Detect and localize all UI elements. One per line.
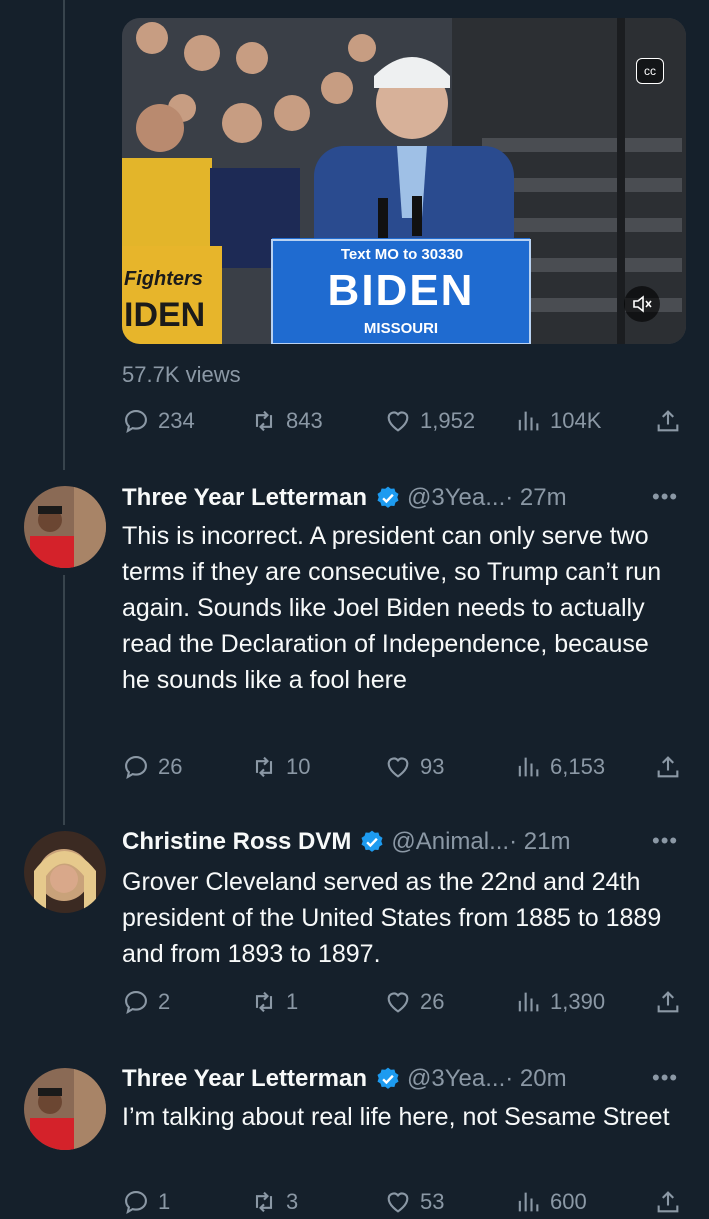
reply-count: 1 — [158, 1189, 171, 1214]
views-count: 104K — [550, 408, 602, 433]
avatar[interactable] — [24, 1068, 106, 1150]
repost-count: 3 — [286, 1189, 299, 1214]
share-icon — [657, 991, 679, 1013]
verified-badge-icon — [377, 486, 399, 508]
tweet-action-bar: 2 1 26 1,390 — [122, 985, 686, 1019]
tweet-action-bar: 1 3 53 600 — [122, 1185, 686, 1219]
repost-count: 10 — [286, 754, 311, 779]
reply-button[interactable]: 26 — [122, 753, 182, 781]
repost-button[interactable]: 3 — [250, 1188, 298, 1216]
tweet-text: I’m talking about real life here, not Se… — [122, 1103, 670, 1131]
share-button[interactable] — [654, 407, 690, 435]
tweet-header: Christine Ross DVM @Animal... · 21m — [122, 828, 570, 856]
repost-button[interactable]: 10 — [250, 753, 310, 781]
view-count: 57.7K views — [122, 362, 241, 387]
more-options-icon[interactable]: ••• — [652, 1065, 678, 1091]
left-sign-bottom: IDEN — [124, 296, 206, 334]
avatar[interactable] — [24, 486, 106, 568]
display-name[interactable]: Three Year Letterman — [122, 484, 367, 512]
views-count: 6,153 — [550, 754, 606, 779]
reply-count: 2 — [158, 989, 171, 1014]
heart-icon — [387, 411, 409, 432]
like-button[interactable]: 26 — [384, 988, 444, 1016]
repost-count: 843 — [286, 408, 323, 433]
speaker-muted-icon[interactable] — [624, 286, 660, 322]
views-count: 1,390 — [550, 989, 606, 1014]
heart-icon — [387, 1192, 409, 1213]
like-button[interactable]: 93 — [384, 753, 444, 781]
reply-icon — [125, 410, 147, 434]
repost-icon — [255, 756, 273, 778]
thread-connector — [63, 0, 65, 470]
reply-count: 234 — [158, 408, 195, 433]
share-button[interactable] — [654, 753, 690, 781]
post-action-bar: 234 843 1,952 104K — [122, 404, 686, 438]
share-icon — [657, 756, 679, 778]
repost-icon — [255, 410, 273, 432]
display-name[interactable]: Christine Ross DVM — [122, 828, 351, 856]
reply-button[interactable]: 2 — [122, 988, 170, 1016]
tweet-text: This is incorrect. A president can only … — [122, 522, 662, 694]
closed-captions-icon[interactable]: cc — [636, 58, 664, 84]
verified-badge-icon — [377, 1067, 399, 1089]
more-options-icon[interactable]: ••• — [652, 828, 678, 854]
timestamp[interactable]: · 21m — [509, 828, 570, 856]
video-player[interactable]: Text MO to 30330 BIDEN MISSOURI Fighters… — [122, 18, 686, 344]
handle[interactable]: @3Yea... — [407, 1065, 505, 1093]
handle[interactable]: @Animal... — [391, 828, 509, 856]
podium-sign-main: BIDEN — [327, 266, 475, 315]
reply-icon — [125, 991, 147, 1015]
share-icon — [657, 1191, 679, 1213]
reply-count: 26 — [158, 754, 183, 779]
views-button[interactable]: 104K — [514, 407, 601, 435]
podium-sign-bottom: MISSOURI — [363, 320, 439, 337]
repost-icon — [255, 1191, 273, 1213]
display-name[interactable]: Three Year Letterman — [122, 1065, 367, 1093]
tweet-action-bar: 26 10 93 6,153 — [122, 750, 686, 784]
like-button[interactable]: 1,952 — [384, 407, 475, 435]
like-count: 1,952 — [420, 408, 476, 433]
timestamp[interactable]: · 27m — [505, 484, 566, 512]
share-icon — [657, 410, 679, 432]
tweet-text: Grover Cleveland served as the 22nd and … — [122, 868, 662, 968]
reply-button[interactable]: 234 — [122, 407, 195, 435]
avatar[interactable] — [24, 831, 106, 913]
reply-button[interactable]: 1 — [122, 1188, 170, 1216]
bar-chart-icon — [518, 411, 539, 431]
heart-icon — [387, 757, 409, 778]
like-count: 53 — [420, 1189, 445, 1214]
bar-chart-icon — [518, 992, 539, 1012]
share-button[interactable] — [654, 1188, 690, 1216]
reply-icon — [125, 1191, 147, 1215]
repost-count: 1 — [286, 989, 299, 1014]
bar-chart-icon — [518, 757, 539, 777]
tweet-header: Three Year Letterman @3Yea... · 27m — [122, 484, 567, 512]
timestamp[interactable]: · 20m — [505, 1065, 566, 1093]
like-button[interactable]: 53 — [384, 1188, 444, 1216]
share-button[interactable] — [654, 988, 690, 1016]
verified-badge-icon — [361, 830, 383, 852]
podium-sign-top: Text MO to 30330 — [340, 246, 464, 263]
like-count: 93 — [420, 754, 445, 779]
repost-icon — [255, 991, 273, 1013]
handle[interactable]: @3Yea... — [407, 484, 505, 512]
thread-connector — [63, 575, 65, 825]
repost-button[interactable]: 1 — [250, 988, 298, 1016]
left-sign-top: Fighters — [124, 268, 203, 290]
views-button[interactable]: 1,390 — [514, 988, 605, 1016]
heart-icon — [387, 992, 409, 1013]
repost-button[interactable]: 843 — [250, 407, 323, 435]
views-button[interactable]: 6,153 — [514, 753, 605, 781]
tweet-header: Three Year Letterman @3Yea... · 20m — [122, 1065, 567, 1093]
views-count: 600 — [550, 1189, 587, 1214]
like-count: 26 — [420, 989, 445, 1014]
reply-icon — [125, 756, 147, 780]
views-button[interactable]: 600 — [514, 1188, 587, 1216]
more-options-icon[interactable]: ••• — [652, 484, 678, 510]
bar-chart-icon — [518, 1192, 539, 1212]
